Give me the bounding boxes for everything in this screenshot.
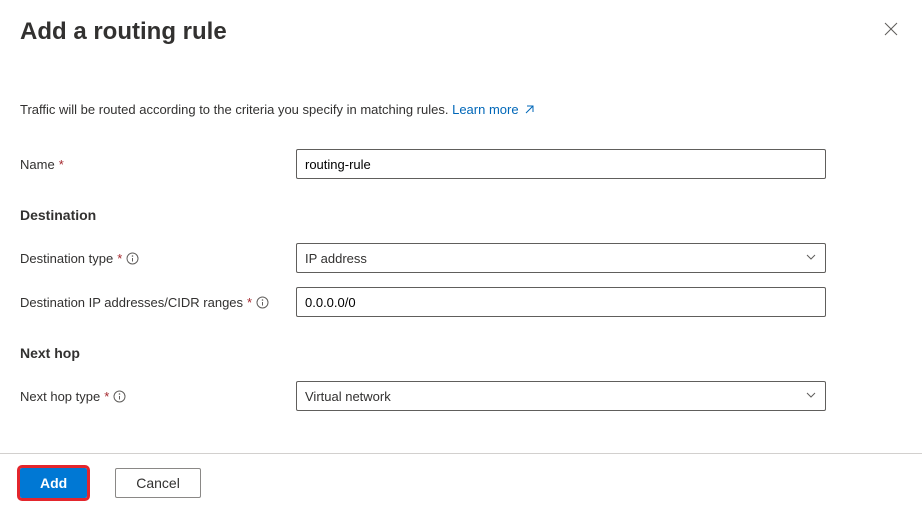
learn-more-link-label: Learn more [452,102,518,117]
intro-text-content: Traffic will be routed according to the … [20,102,452,117]
chevron-down-icon [805,251,817,266]
footer-actions: Add Cancel [0,453,922,516]
required-asterisk: * [104,389,109,404]
required-asterisk: * [247,295,252,310]
close-icon[interactable] [880,18,902,43]
required-asterisk: * [59,157,64,172]
nexthop-type-value: Virtual network [305,389,391,404]
intro-text: Traffic will be routed according to the … [20,102,902,117]
nexthop-section-header: Next hop [20,345,902,361]
destination-type-select[interactable]: IP address [296,243,826,273]
name-input[interactable] [296,149,826,179]
destination-cidr-label: Destination IP addresses/CIDR ranges [20,295,243,310]
required-asterisk: * [117,251,122,266]
chevron-down-icon [805,389,817,404]
add-button[interactable]: Add [20,468,87,498]
nexthop-type-label: Next hop type [20,389,100,404]
info-icon[interactable] [113,390,126,403]
info-icon[interactable] [256,296,269,309]
destination-section-header: Destination [20,207,902,223]
destination-cidr-input[interactable] [296,287,826,317]
cancel-button[interactable]: Cancel [115,468,201,498]
info-icon[interactable] [126,252,139,265]
destination-type-label: Destination type [20,251,113,266]
page-title: Add a routing rule [20,18,227,46]
name-label: Name [20,157,55,172]
learn-more-link[interactable]: Learn more [452,102,536,117]
nexthop-type-select[interactable]: Virtual network [296,381,826,411]
destination-type-value: IP address [305,251,367,266]
